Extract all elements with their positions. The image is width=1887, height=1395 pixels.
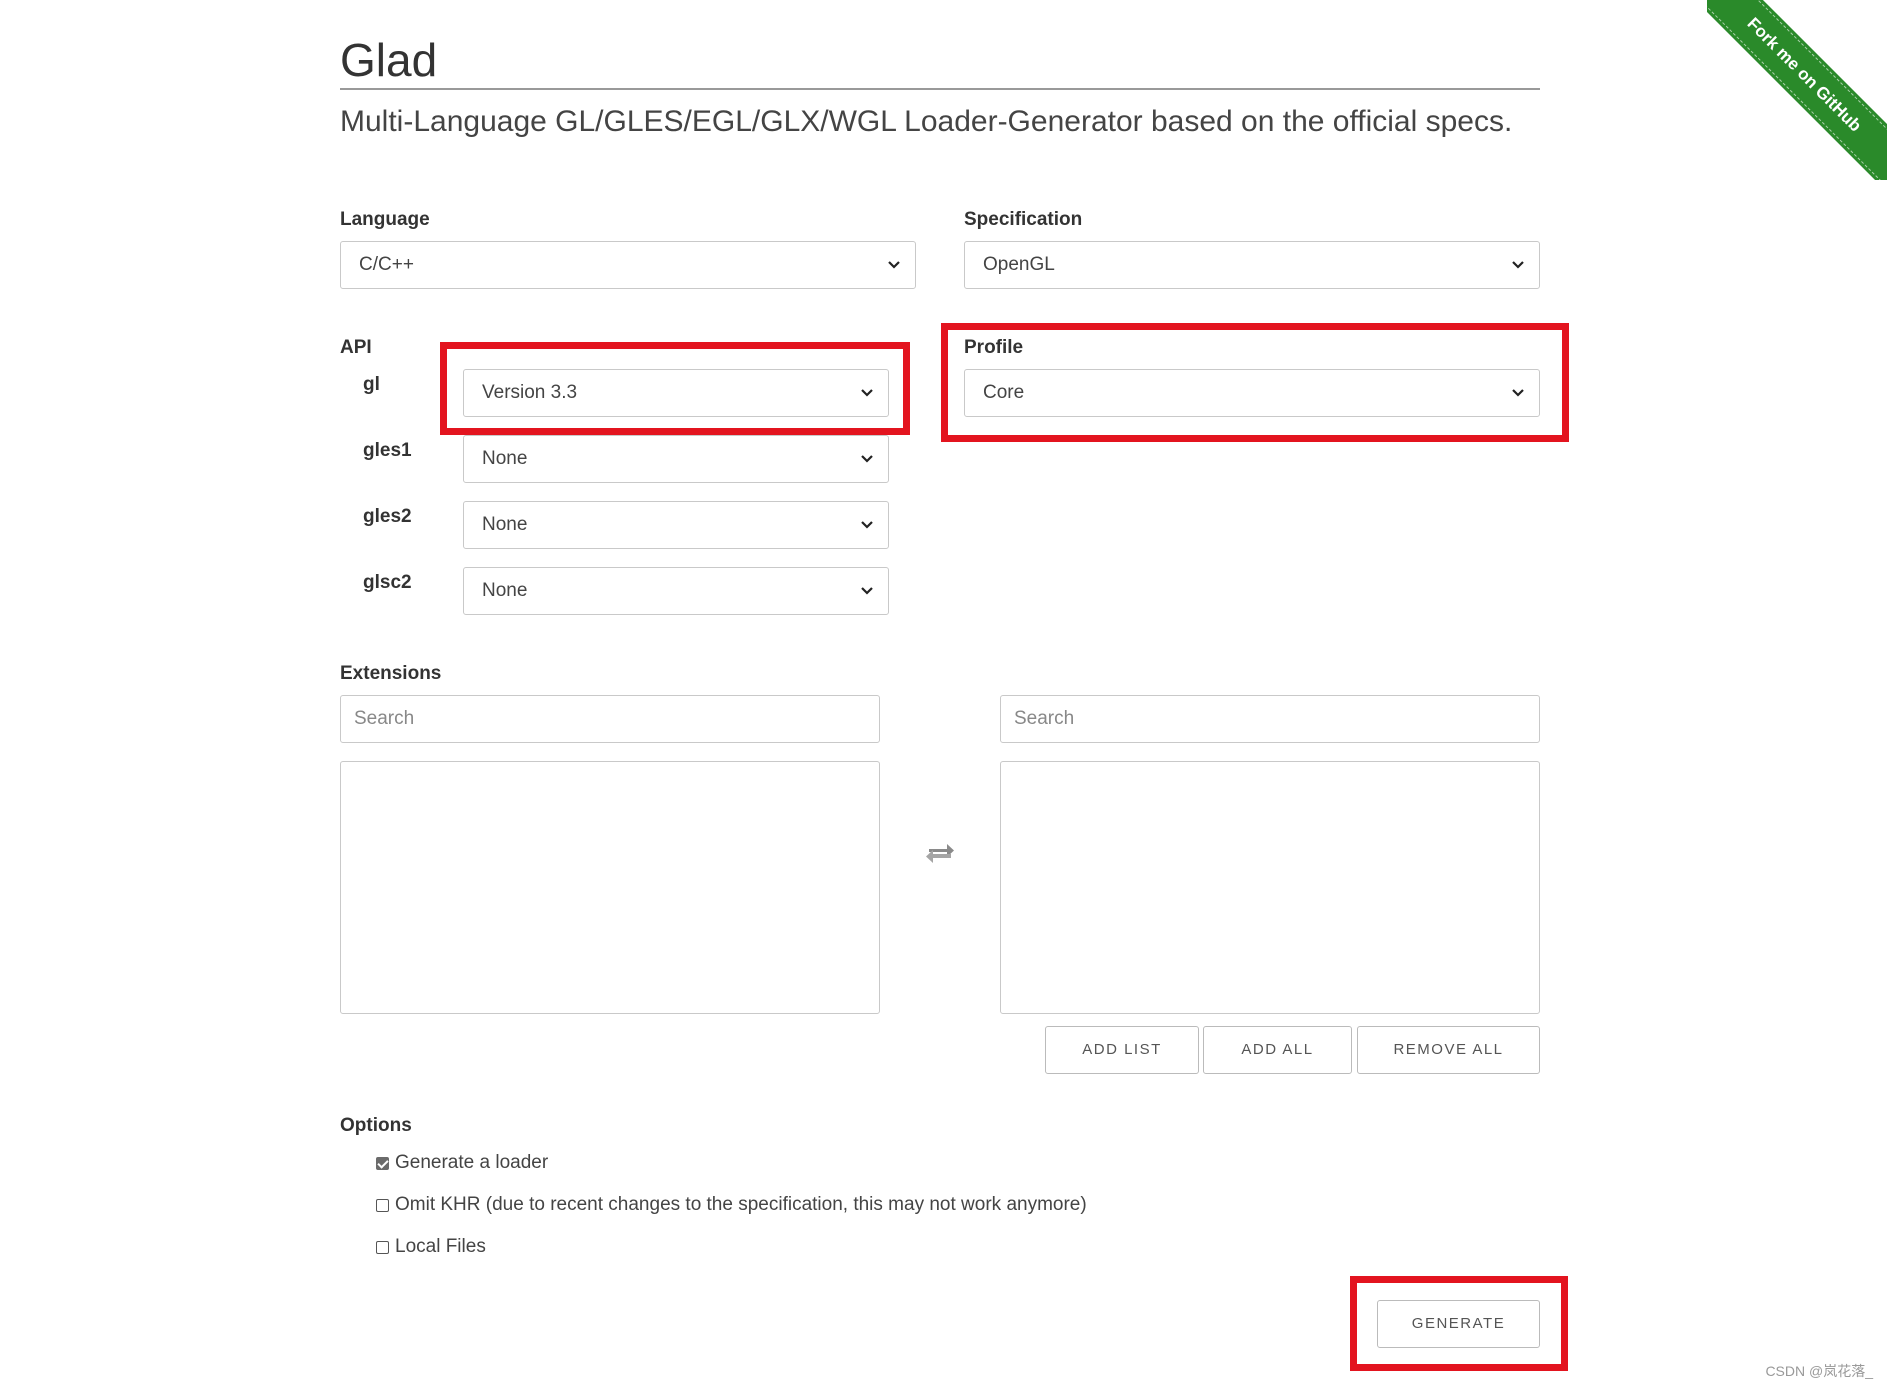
profile-label: Profile <box>964 337 1024 358</box>
checkbox-checked-icon[interactable] <box>376 1156 389 1170</box>
option-omit-khr[interactable]: Omit KHR (due to recent changes to the s… <box>376 1193 1087 1217</box>
page-title: Glad <box>340 34 438 86</box>
swap-arrows-icon[interactable] <box>925 840 955 866</box>
specification-label: Specification <box>964 209 1083 230</box>
chevron-down-icon <box>860 502 874 548</box>
glad-page: Glad Multi-Language GL/GLES/EGL/GLX/WGL … <box>0 0 1887 1395</box>
api-name-glsc2: glsc2 <box>363 572 412 593</box>
github-ribbon[interactable]: Fork me on GitHub <box>1707 0 1887 180</box>
extensions-label: Extensions <box>340 663 442 684</box>
api-name-gles1: gles1 <box>363 440 412 461</box>
api-name-gl: gl <box>363 374 380 395</box>
extensions-available-search-input[interactable] <box>340 695 880 743</box>
profile-select[interactable]: Core <box>964 369 1540 417</box>
chevron-down-icon <box>1511 242 1525 288</box>
api-gles1-select[interactable]: None <box>463 435 889 483</box>
option-local-files-label: Local Files <box>395 1236 486 1257</box>
title-divider <box>340 88 1540 90</box>
extensions-selected-search-input[interactable] <box>1000 695 1540 743</box>
api-name-gles2: gles2 <box>363 506 412 527</box>
option-local-files[interactable]: Local Files <box>376 1235 486 1259</box>
profile-select-value: Core <box>983 382 1025 403</box>
language-select[interactable]: C/C++ <box>340 241 916 289</box>
remove-all-button[interactable]: REMOVE ALL <box>1357 1026 1540 1074</box>
language-label: Language <box>340 209 430 230</box>
extensions-available-list[interactable] <box>340 761 880 1014</box>
api-glsc2-select-value: None <box>482 580 528 601</box>
options-label: Options <box>340 1115 412 1136</box>
api-gl-select[interactable]: Version 3.3 <box>463 369 889 417</box>
api-gl-select-value: Version 3.3 <box>482 382 578 403</box>
api-gles2-select[interactable]: None <box>463 501 889 549</box>
chevron-down-icon <box>887 242 901 288</box>
github-ribbon-label[interactable]: Fork me on GitHub <box>1707 0 1887 180</box>
specification-select-value: OpenGL <box>983 254 1055 275</box>
language-select-value: C/C++ <box>359 254 414 275</box>
option-omit-khr-label: Omit KHR (due to recent changes to the s… <box>395 1194 1087 1215</box>
api-gles1-select-value: None <box>482 448 528 469</box>
add-list-button[interactable]: ADD LIST <box>1045 1026 1199 1074</box>
add-all-button[interactable]: ADD ALL <box>1203 1026 1352 1074</box>
option-generate-loader-label: Generate a loader <box>395 1152 549 1173</box>
api-glsc2-select[interactable]: None <box>463 567 889 615</box>
chevron-down-icon <box>1511 370 1525 416</box>
checkbox-unchecked-icon[interactable] <box>376 1198 389 1212</box>
chevron-down-icon <box>860 568 874 614</box>
watermark: CSDN @岚花落_ <box>1765 1363 1873 1379</box>
chevron-down-icon <box>860 436 874 482</box>
api-label: API <box>340 337 372 358</box>
api-gles2-select-value: None <box>482 514 528 535</box>
option-generate-loader[interactable]: Generate a loader <box>376 1151 548 1175</box>
page-subtitle: Multi-Language GL/GLES/EGL/GLX/WGL Loade… <box>340 105 1513 138</box>
checkbox-unchecked-icon[interactable] <box>376 1240 389 1254</box>
chevron-down-icon <box>860 370 874 416</box>
extensions-selected-list[interactable] <box>1000 761 1540 1014</box>
generate-button[interactable]: GENERATE <box>1377 1300 1540 1348</box>
specification-select[interactable]: OpenGL <box>964 241 1540 289</box>
